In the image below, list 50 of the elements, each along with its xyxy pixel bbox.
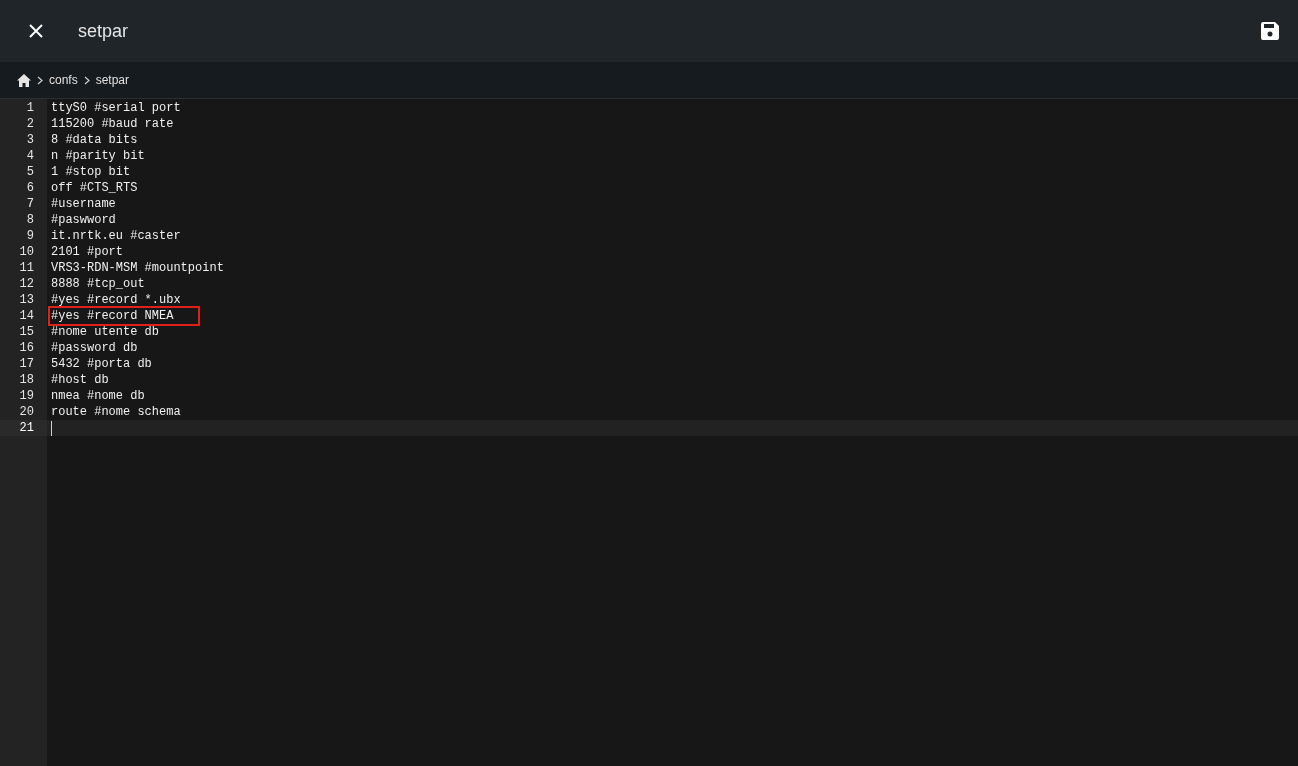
text-cursor: [51, 420, 52, 436]
code-line: #host db: [51, 372, 109, 388]
line-number: 18: [19, 373, 34, 387]
code-line: 2101 #port: [51, 244, 123, 260]
code-line: 5432 #porta db: [51, 356, 152, 372]
chevron-icon: [83, 75, 90, 85]
code-line: VRS3-RDN-MSM #mountpoint: [51, 260, 224, 276]
line-number: 17: [19, 357, 34, 371]
breadcrumb-link[interactable]: setpar: [95, 71, 130, 89]
line-number: 14: [19, 309, 34, 323]
line-number: 2: [26, 117, 34, 131]
line-number: 1: [26, 101, 34, 115]
line-number: 13: [19, 293, 34, 307]
line-number: 7: [26, 197, 34, 211]
code-line: #password db: [51, 340, 138, 356]
code-line: ttyS0 #serial port: [51, 100, 181, 116]
code-line: route #nome schema: [51, 404, 181, 420]
code-line: #paswword: [51, 212, 116, 228]
code-line: 1 #stop bit: [51, 164, 131, 180]
code-line: 115200 #baud rate: [51, 116, 174, 132]
line-number: 16: [19, 341, 34, 355]
code-line: n #parity bit: [51, 148, 145, 164]
code-line: 8 #data bits: [51, 132, 138, 148]
line-number: 6: [26, 181, 34, 195]
code-line: #yes #record NMEA: [50, 308, 199, 324]
code-line: off #CTS_RTS: [51, 180, 138, 196]
line-number: 11: [19, 261, 34, 275]
save-icon: [1261, 22, 1279, 40]
line-number: 8: [26, 213, 34, 227]
breadcrumb-link[interactable]: confs: [49, 71, 78, 89]
page-title: setpar: [78, 19, 129, 43]
code-line: #nome utente db: [51, 324, 160, 340]
home-icon[interactable]: [17, 73, 31, 87]
line-number: 9: [26, 229, 34, 243]
code-line: it.nrtk.eu #caster: [51, 228, 181, 244]
code-line: #yes #record *.ubx: [51, 292, 181, 308]
close-icon: [28, 23, 44, 39]
line-number: 4: [26, 149, 34, 163]
line-number: 3: [26, 133, 34, 147]
line-number: 20: [19, 405, 34, 419]
code-line: 8888 #tcp_out: [51, 276, 145, 292]
code-line: nmea #nome db: [51, 388, 145, 404]
line-number: 5: [26, 165, 34, 179]
line-number: 12: [19, 277, 34, 291]
code-line: #username: [51, 196, 116, 212]
line-number: 21: [19, 421, 34, 435]
chevron-icon: [37, 75, 43, 85]
line-number: 19: [19, 389, 34, 403]
line-number: 15: [19, 325, 34, 339]
line-number: 10: [19, 245, 34, 259]
